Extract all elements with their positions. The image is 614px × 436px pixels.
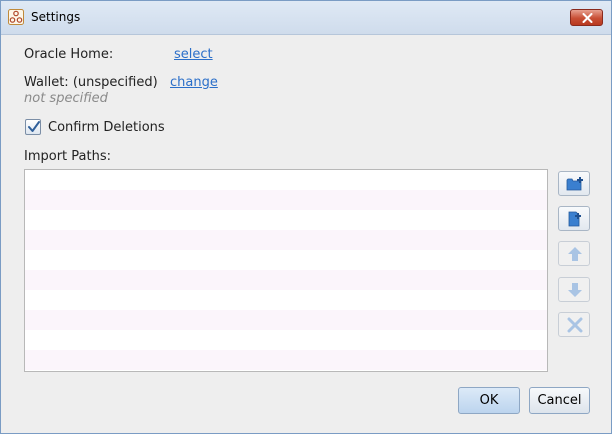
checkmark-icon: [28, 121, 40, 132]
list-row: [25, 350, 547, 370]
add-folder-icon: [566, 177, 583, 191]
list-row: [25, 250, 547, 270]
list-row: [25, 270, 547, 290]
wallet-label: Wallet: (unspecified): [24, 75, 158, 90]
move-up-button[interactable]: [558, 241, 590, 266]
close-icon: [582, 13, 593, 23]
wallet-change-link[interactable]: change: [170, 75, 218, 90]
arrow-up-icon: [568, 247, 582, 261]
oracle-home-label: Oracle Home:: [24, 47, 114, 62]
dialog-content: Oracle Home: select Wallet: (unspecified…: [1, 35, 611, 433]
cancel-button[interactable]: Cancel: [529, 387, 590, 414]
confirm-deletions-label[interactable]: Confirm Deletions: [48, 120, 165, 135]
confirm-deletions-checkbox[interactable]: [25, 119, 41, 135]
list-row: [25, 290, 547, 310]
import-paths-list[interactable]: [24, 169, 548, 372]
list-row: [25, 230, 547, 250]
ok-button[interactable]: OK: [458, 387, 520, 414]
remove-button[interactable]: [558, 312, 590, 337]
list-row: [25, 190, 547, 210]
list-row: [25, 310, 547, 330]
move-down-button[interactable]: [558, 277, 590, 302]
title-bar[interactable]: Settings: [1, 1, 611, 35]
add-file-button[interactable]: [558, 206, 590, 231]
add-file-icon: [568, 211, 581, 227]
oracle-home-select-link[interactable]: select: [174, 47, 213, 62]
list-row: [25, 170, 547, 190]
app-icon: [8, 9, 24, 25]
close-button[interactable]: [570, 9, 603, 26]
add-folder-button[interactable]: [558, 171, 590, 196]
list-row: [25, 210, 547, 230]
remove-icon: [567, 317, 583, 333]
settings-dialog: Settings Oracle Home: select Wallet: (un…: [0, 0, 612, 434]
list-row: [25, 330, 547, 350]
wallet-status-hint: not specified: [24, 91, 108, 106]
arrow-down-icon: [568, 283, 582, 297]
import-paths-label: Import Paths:: [24, 149, 111, 164]
window-title: Settings: [31, 10, 81, 24]
